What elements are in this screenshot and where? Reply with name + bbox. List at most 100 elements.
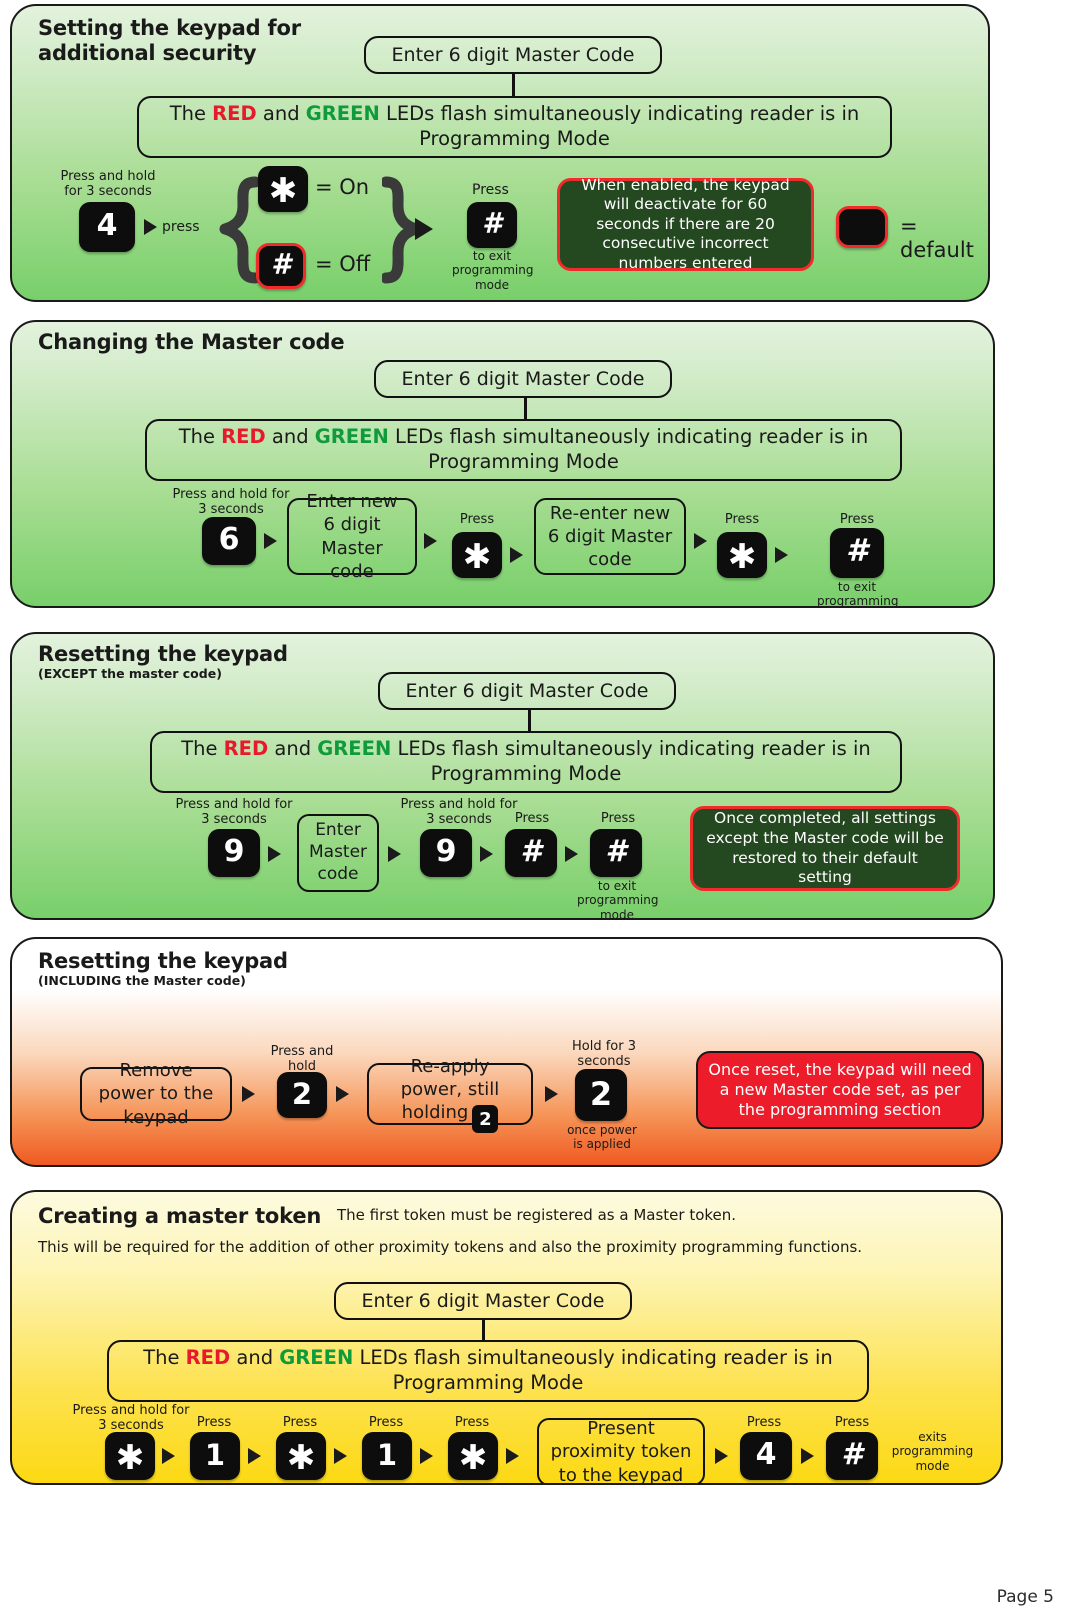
panel-creating-master-token: Creating a master token The first token … xyxy=(10,1190,1003,1485)
key-4[interactable]: 4 xyxy=(740,1432,792,1480)
section5-step6-caption: Press xyxy=(746,1415,782,1430)
section4-note: Once reset, the keypad will need a new M… xyxy=(696,1051,984,1129)
section3-to-exit-label: to exit programming mode xyxy=(577,879,659,920)
section3-step4-caption: Press xyxy=(600,811,636,826)
section2-master-code-box: Enter 6 digit Master Code xyxy=(374,360,672,398)
section3-note: Once completed, all settings except the … xyxy=(690,806,960,891)
section4-step3-caption: Hold for 3 seconds xyxy=(571,1039,636,1070)
key-hash-exit[interactable]: # xyxy=(826,1432,878,1480)
section2-led-box: The RED and GREEN LEDs flash simultaneou… xyxy=(145,419,902,481)
section3-connector xyxy=(528,710,531,732)
led-red-word: RED xyxy=(212,102,257,126)
section5-description: This will be required for the addition o… xyxy=(38,1238,863,1256)
section5-step2-caption: Press xyxy=(282,1415,318,1430)
section4-reapply-power-box: Re-apply power, still holding 2 xyxy=(367,1056,533,1134)
led-red-word: RED xyxy=(223,737,269,761)
section4-remove-power-box: Remove power to the keypad xyxy=(80,1060,232,1128)
key-hash-exit[interactable]: # xyxy=(467,202,517,248)
section4-subtitle: (INCLUDING the Master code) xyxy=(38,973,246,988)
key-star[interactable]: ✱ xyxy=(276,1432,326,1480)
arrow-icon xyxy=(162,1448,175,1464)
section1-press-small: press xyxy=(162,219,200,235)
led-green-word: GREEN xyxy=(279,1346,354,1370)
arrow-icon xyxy=(506,1448,519,1464)
key-hash-off[interactable]: # xyxy=(256,243,306,289)
left-brace xyxy=(219,176,259,286)
arrow-icon xyxy=(268,846,281,862)
led-green-word: GREEN xyxy=(305,102,380,126)
key-star[interactable]: ✱ xyxy=(452,532,502,578)
arrow-icon xyxy=(242,1086,255,1102)
section2-reenter-code-box: Re-enter new 6 digit Master code xyxy=(534,498,686,575)
section2-enter-new-code-box: Enter new 6 digit Master code xyxy=(287,491,417,582)
arrow-icon xyxy=(715,1448,728,1464)
key-4[interactable]: 4 xyxy=(79,202,135,252)
arrow-icon xyxy=(415,218,433,240)
section1-press-hold-label: Press and hold for 3 seconds xyxy=(60,169,156,200)
key-star[interactable]: ✱ xyxy=(105,1432,155,1480)
led-green-word: GREEN xyxy=(317,737,392,761)
section5-exits-label: exits programming mode xyxy=(891,1430,974,1473)
led-green-word: GREEN xyxy=(314,425,389,449)
section5-step7-caption: Press xyxy=(834,1415,870,1430)
section1-master-code-box: Enter 6 digit Master Code xyxy=(364,36,662,74)
section2-to-exit-label: to exit programming mode xyxy=(817,580,899,608)
section1-title: Setting the keypad for additional securi… xyxy=(38,16,301,65)
section4-once-power-label: once power is applied xyxy=(567,1123,637,1152)
section5-lead: The first token must be registered as a … xyxy=(337,1206,737,1224)
key-1-second[interactable]: 1 xyxy=(362,1432,412,1480)
led-red-word: RED xyxy=(221,425,266,449)
arrow-icon xyxy=(420,1448,433,1464)
section5-led-box: The RED and GREEN LEDs flash simultaneou… xyxy=(107,1340,869,1402)
arrow-icon xyxy=(264,533,277,549)
section5-connector xyxy=(482,1320,485,1342)
key-star-third[interactable]: ✱ xyxy=(448,1432,498,1480)
key-1[interactable]: 1 xyxy=(190,1432,240,1480)
section3-step3-caption: Press xyxy=(514,811,550,826)
section4-title: Resetting the keypad xyxy=(38,949,288,973)
section2-step5-caption: Press xyxy=(839,512,875,527)
panel-resetting-except-master: Resetting the keypad (EXCEPT the master … xyxy=(10,632,995,920)
key-2-inline: 2 xyxy=(472,1105,499,1134)
key-hash[interactable]: # xyxy=(505,829,557,877)
document-page: Setting the keypad for additional securi… xyxy=(0,0,1070,1617)
label-on: = On xyxy=(315,175,370,199)
arrow-icon xyxy=(336,1086,349,1102)
section2-connector xyxy=(524,398,527,420)
section5-master-code-box: Enter 6 digit Master Code xyxy=(334,1282,632,1320)
section2-step2-caption: Press xyxy=(459,512,495,527)
section5-title: Creating a master token xyxy=(38,1204,322,1228)
section5-step3-caption: Press xyxy=(368,1415,404,1430)
arrow-icon xyxy=(248,1448,261,1464)
arrow-icon xyxy=(334,1448,347,1464)
key-2[interactable]: 2 xyxy=(277,1072,327,1118)
panel-changing-master-code: Changing the Master code Enter 6 digit M… xyxy=(10,320,995,608)
key-2-hold[interactable]: 2 xyxy=(575,1069,627,1121)
key-9-second[interactable]: 9 xyxy=(420,829,472,877)
section1-note: When enabled, the keypad will deactivate… xyxy=(557,176,814,272)
section3-enter-master-box: Enter Master code xyxy=(297,814,379,892)
page-number: Page 5 xyxy=(996,1587,1054,1607)
arrow-icon xyxy=(565,846,578,862)
arrow-icon xyxy=(144,219,157,235)
arrow-icon xyxy=(510,547,523,563)
section5-present-token-box: Present proximity token to the keypad xyxy=(537,1418,705,1483)
key-star[interactable]: ✱ xyxy=(258,166,308,212)
key-9[interactable]: 9 xyxy=(208,829,260,877)
section2-step0-caption: Press and hold for 3 seconds xyxy=(172,487,290,518)
key-hash-exit[interactable]: # xyxy=(590,829,642,877)
section5-step0-caption: Press and hold for 3 seconds xyxy=(72,1403,190,1434)
section4-step1-caption: Press and hold xyxy=(270,1044,334,1075)
section3-master-code-box: Enter 6 digit Master Code xyxy=(378,672,676,710)
key-6[interactable]: 6 xyxy=(202,517,256,565)
label-off: = Off xyxy=(315,252,371,276)
panel-resetting-including-master: Resetting the keypad (INCLUDING the Mast… xyxy=(10,937,1003,1167)
key-star[interactable]: ✱ xyxy=(717,532,767,578)
panel-setting-keypad-security: Setting the keypad for additional securi… xyxy=(10,4,990,302)
section1-press-label: Press xyxy=(472,182,509,198)
label-default: = default xyxy=(900,214,974,262)
section3-step0-caption: Press and hold for 3 seconds xyxy=(175,797,293,828)
arrow-icon xyxy=(480,846,493,862)
key-hash-exit[interactable]: # xyxy=(830,528,884,578)
section5-step4-caption: Press xyxy=(454,1415,490,1430)
